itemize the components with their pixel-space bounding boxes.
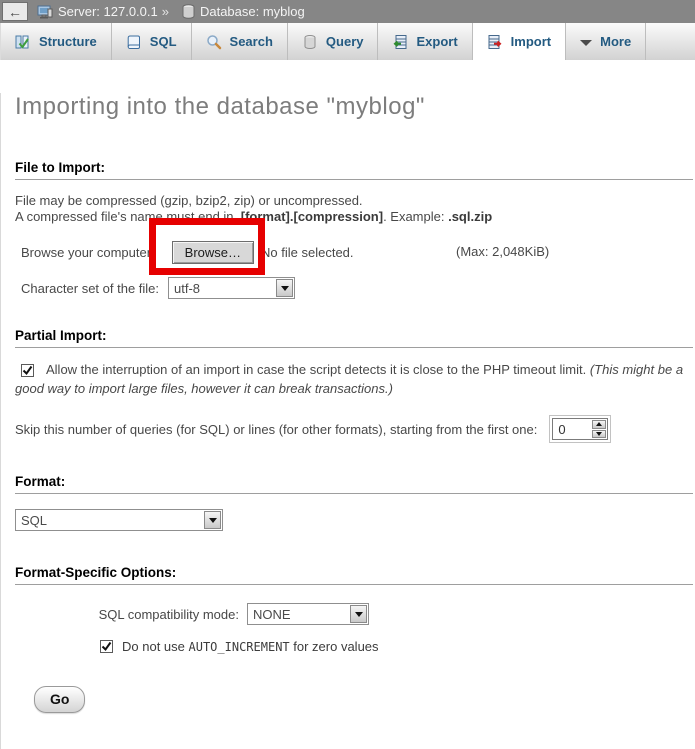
auto-increment-code: AUTO_INCREMENT [189,640,290,654]
chevron-down-icon [209,518,217,523]
breadcrumb-server[interactable]: Server: 127.0.0.1 [58,4,158,19]
back-icon: ← [8,5,22,19]
tab-structure-label: Structure [39,34,97,49]
tab-structure[interactable]: Structure [1,23,112,60]
check-icon [22,365,33,376]
auto-increment-row: Do not use AUTO_INCREMENT for zero value… [15,637,695,655]
check-icon [101,641,112,652]
skip-queries-field-wrap [549,415,611,443]
tab-strip-filler [646,23,695,60]
browse-button[interactable]: Browse… [172,241,254,264]
tab-query[interactable]: Query [288,23,379,60]
browse-row: Browse your computer: Browse… No file se… [15,240,695,264]
breadcrumb-separator: » [162,4,169,19]
charset-select-arrow[interactable] [276,279,293,297]
export-icon [392,34,408,50]
tab-search[interactable]: Search [192,23,288,60]
compression-help-text: File may be compressed (gzip, bzip2, zip… [15,193,681,225]
go-button[interactable]: Go [34,686,85,713]
no-file-selected-text: No file selected. [261,245,354,260]
compression-help-line2: A compressed file's name must end in [15,209,237,224]
charset-row: Character set of the file: utf-8 [15,276,695,300]
example-filename: .sql.zip [448,209,492,224]
skip-queries-input-box [552,418,608,440]
chevron-down-icon [580,40,592,46]
skip-queries-label: Skip this number of queries (for SQL) or… [15,422,537,437]
chevron-up-icon [596,422,602,426]
sql-compat-row: SQL compatibility mode: NONE [15,602,695,626]
allow-interruption-label: Allow the interruption of an import in c… [46,362,590,377]
query-icon [302,34,318,50]
chevron-down-icon [596,432,602,436]
search-icon [206,34,222,50]
import-icon [487,34,503,50]
browse-label: Browse your computer: [21,245,155,260]
tab-import[interactable]: Import [473,23,566,60]
sql-icon [126,34,142,50]
section-heading-partial-import: Partial Import: [15,328,693,348]
sql-compat-select[interactable]: NONE [247,603,369,625]
spinner-down-button[interactable] [592,430,606,439]
format-select-value: SQL [16,510,203,530]
sql-compat-label: SQL compatibility mode: [15,607,239,622]
tab-export[interactable]: Export [378,23,472,60]
example-text: . Example: [383,209,448,224]
tab-search-label: Search [230,34,273,49]
auto-increment-checkbox[interactable] [100,640,113,653]
compression-help-line1: File may be compressed (gzip, bzip2, zip… [15,193,363,208]
auto-increment-label-suffix: for zero values [290,639,379,654]
chevron-down-icon [281,286,289,291]
skip-queries-input[interactable] [553,419,591,439]
tab-more[interactable]: More [566,23,646,60]
back-button[interactable]: ← [2,2,28,21]
main-content: Importing into the database "myblog" Fil… [0,93,695,749]
charset-select[interactable]: utf-8 [168,277,295,299]
tab-query-label: Query [326,34,364,49]
sql-compat-select-arrow[interactable] [350,605,367,623]
max-size-note: (Max: 2,048KiB) [456,244,549,259]
breadcrumb-bar: ← Server: 127.0.0.1 » Database: myblog [0,0,695,23]
skip-queries-row: Skip this number of queries (for SQL) or… [15,414,695,444]
breadcrumb-database[interactable]: Database: myblog [200,4,305,19]
format-select[interactable]: SQL [15,509,223,531]
format-compression-pattern: .[format].[compression] [237,209,383,224]
tab-import-label: Import [511,34,551,49]
tab-more-label: More [600,34,631,49]
skip-queries-spinner [591,419,607,439]
tab-sql[interactable]: SQL [112,23,192,60]
charset-select-value: utf-8 [169,278,275,298]
section-heading-format-options: Format-Specific Options: [15,565,693,585]
allow-interruption-row: Allow the interruption of an import in c… [15,360,687,398]
charset-label: Character set of the file: [21,281,159,296]
spinner-up-button[interactable] [592,420,606,429]
tab-strip: Structure SQL Search Query Export Import… [0,23,695,60]
auto-increment-label-prefix: Do not use [122,639,189,654]
page-title: Importing into the database "myblog" [15,93,681,121]
allow-interruption-checkbox[interactable] [21,364,34,377]
chevron-down-icon [355,612,363,617]
sql-compat-select-value: NONE [248,604,349,624]
section-heading-format: Format: [15,474,693,494]
database-icon [182,4,195,19]
auto-increment-label: Do not use AUTO_INCREMENT for zero value… [122,639,379,654]
tab-export-label: Export [416,34,457,49]
section-heading-file-to-import: File to Import: [15,160,693,180]
format-select-arrow[interactable] [204,511,221,529]
server-icon [37,4,53,20]
tab-sql-label: SQL [150,34,177,49]
structure-icon [15,34,31,50]
